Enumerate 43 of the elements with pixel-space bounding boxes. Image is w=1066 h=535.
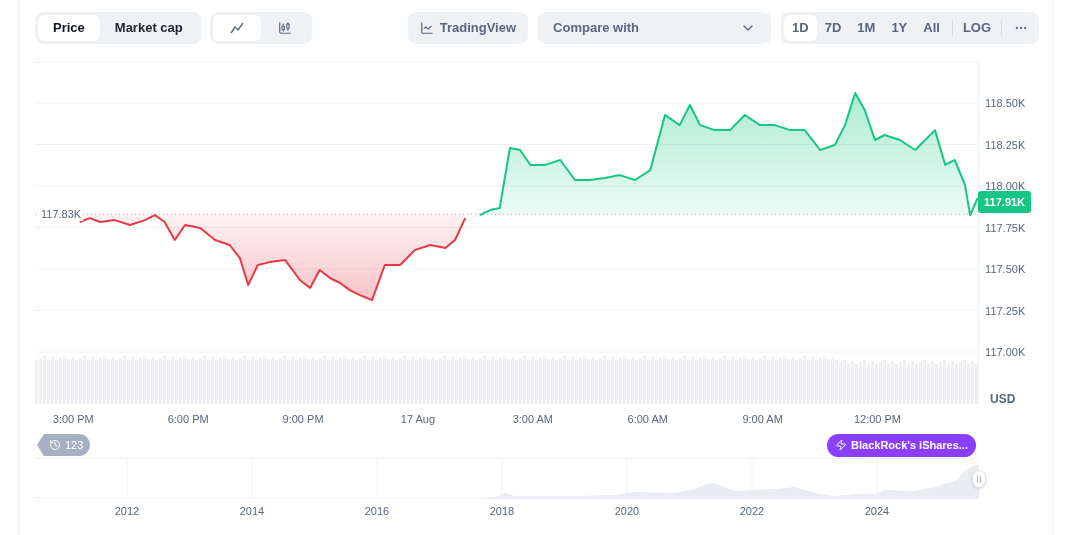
current-price-badge: 117.91K [978,190,1032,213]
chart-tab[interactable]: Price [38,15,100,41]
lightning-icon [835,439,848,451]
range-handle[interactable] [972,470,986,488]
open-price-label: 117.83K [39,207,84,222]
line-chart-icon [419,21,434,35]
year-label: 2014 [238,504,266,519]
x-axis-label: 6:00 AM [626,412,669,427]
x-axis-label: 9:00 PM [281,412,325,427]
y-axis-label: 118.00K [985,179,1026,193]
currency-label: USD [990,391,1016,408]
range-tab[interactable]: All [915,15,948,41]
year-label: 2018 [488,504,516,519]
y-axis-label: 118.50K [985,96,1026,110]
line-chart-button[interactable] [212,15,261,41]
log-scale-toggle[interactable]: LOG [956,15,998,41]
y-axis-label: 117.75K [985,220,1026,235]
tradingview-button[interactable]: TradingView [407,12,529,44]
x-axis-label: 17 Aug [399,412,437,427]
news-badge[interactable]: BlackRock's iShares... [827,433,976,457]
x-axis-label: 12:00 PM [852,412,903,427]
line-chart-icon [229,21,244,35]
y-axis-label: 117.50K [985,262,1026,276]
chart-tab[interactable]: Market cap [99,15,198,41]
year-label: 2012 [113,504,141,519]
candlestick-icon [277,21,292,35]
year-label: 2016 [363,504,391,519]
y-axis-label: 118.25K [985,137,1026,152]
compare-dropdown[interactable]: Compare with [538,12,772,44]
range-tab[interactable]: 7D [816,15,850,41]
year-label: 2024 [863,504,891,519]
x-axis-label: 3:00 AM [511,412,554,427]
x-axis-label: 9:00 AM [741,412,784,427]
x-axis-label: 6:00 PM [166,412,210,427]
y-axis-label: 117.25K [985,303,1026,318]
y-axis-label: 117.00K [985,345,1026,360]
range-tab[interactable]: 1D [784,15,817,41]
x-axis-label: 3:00 PM [51,412,95,427]
year-label: 2022 [738,504,766,519]
history-icon [49,439,61,451]
range-tab[interactable]: 1M [849,15,884,41]
year-label: 2020 [613,504,641,519]
range-tab[interactable]: 1Y [883,15,916,41]
